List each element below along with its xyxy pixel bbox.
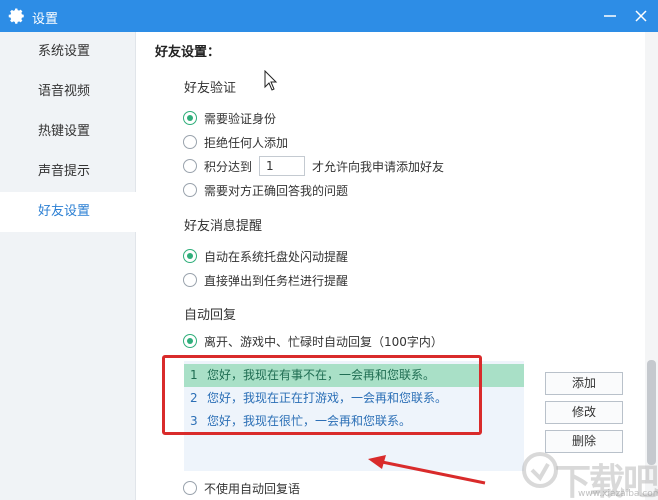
radio-button[interactable] — [183, 111, 197, 125]
gear-icon — [8, 8, 24, 24]
window-title: 设置 — [32, 12, 59, 27]
radio-label: 直接弹出到任务栏进行提醒 — [204, 273, 349, 288]
radio-label: 自动在系统托盘处闪动提醒 — [204, 249, 349, 264]
sidebar-item-system[interactable]: 系统设置 — [0, 32, 136, 72]
radio-label: 不使用自动回复语 — [204, 481, 301, 496]
radio-label: 拒绝任何人添加 — [204, 135, 289, 150]
annotation-arrow-icon — [368, 455, 486, 485]
radio-label: 离开、游戏中、忙碌时自动回复（100字内） — [204, 334, 443, 349]
annotation-highlight-box — [162, 355, 482, 435]
radio-require-verification[interactable]: 需要验证身份 — [183, 109, 276, 127]
message-reminder-title: 好友消息提醒 — [184, 219, 263, 234]
radio-button[interactable] — [183, 334, 197, 348]
mouse-cursor-icon — [264, 70, 278, 91]
radio-label: 需要对方正确回答我的问题 — [204, 183, 349, 198]
sidebar-item-friends[interactable]: 好友设置 — [0, 192, 136, 232]
sidebar-item-audio-video[interactable]: 语音视频 — [0, 72, 136, 112]
sidebar-item-sound[interactable]: 声音提示 — [0, 152, 136, 192]
edit-button[interactable]: 修改 — [545, 401, 623, 424]
minimize-icon[interactable] — [597, 4, 623, 28]
radio-button[interactable] — [183, 159, 197, 173]
radio-button[interactable] — [183, 183, 197, 197]
radio-button[interactable] — [183, 273, 197, 287]
score-input[interactable]: 1 — [259, 156, 306, 176]
verification-title: 好友验证 — [184, 81, 237, 96]
radio-score-threshold[interactable]: 积分达到 1 才允许向我申请添加好友 — [183, 156, 445, 176]
radio-reject-all[interactable]: 拒绝任何人添加 — [183, 133, 288, 151]
radio-tray-flash[interactable]: 自动在系统托盘处闪动提醒 — [183, 247, 348, 265]
sidebar-item-hotkeys[interactable]: 热键设置 — [0, 112, 136, 152]
radio-label-suffix: 才允许向我申请添加好友 — [312, 159, 445, 174]
auto-reply-title: 自动回复 — [184, 308, 237, 323]
radio-taskbar-popup[interactable]: 直接弹出到任务栏进行提醒 — [183, 271, 348, 289]
radio-no-auto-reply[interactable]: 不使用自动回复语 — [183, 479, 300, 497]
radio-button[interactable] — [183, 135, 197, 149]
watermark-url: www.xiazaiba.com — [578, 489, 658, 499]
add-button[interactable]: 添加 — [545, 372, 623, 395]
radio-label: 积分达到 — [204, 159, 253, 174]
close-icon[interactable] — [628, 4, 654, 28]
radio-label: 需要验证身份 — [204, 111, 277, 126]
section-title: 好友设置： — [155, 45, 221, 60]
sidebar: 系统设置 语音视频 热键设置 声音提示 好友设置 — [0, 32, 136, 500]
title-bar: 设置 — [0, 0, 658, 32]
radio-button[interactable] — [183, 249, 197, 263]
radio-auto-reply-enable[interactable]: 离开、游戏中、忙碌时自动回复（100字内） — [183, 332, 443, 350]
radio-button[interactable] — [183, 481, 197, 495]
radio-answer-question[interactable]: 需要对方正确回答我的问题 — [183, 181, 348, 199]
